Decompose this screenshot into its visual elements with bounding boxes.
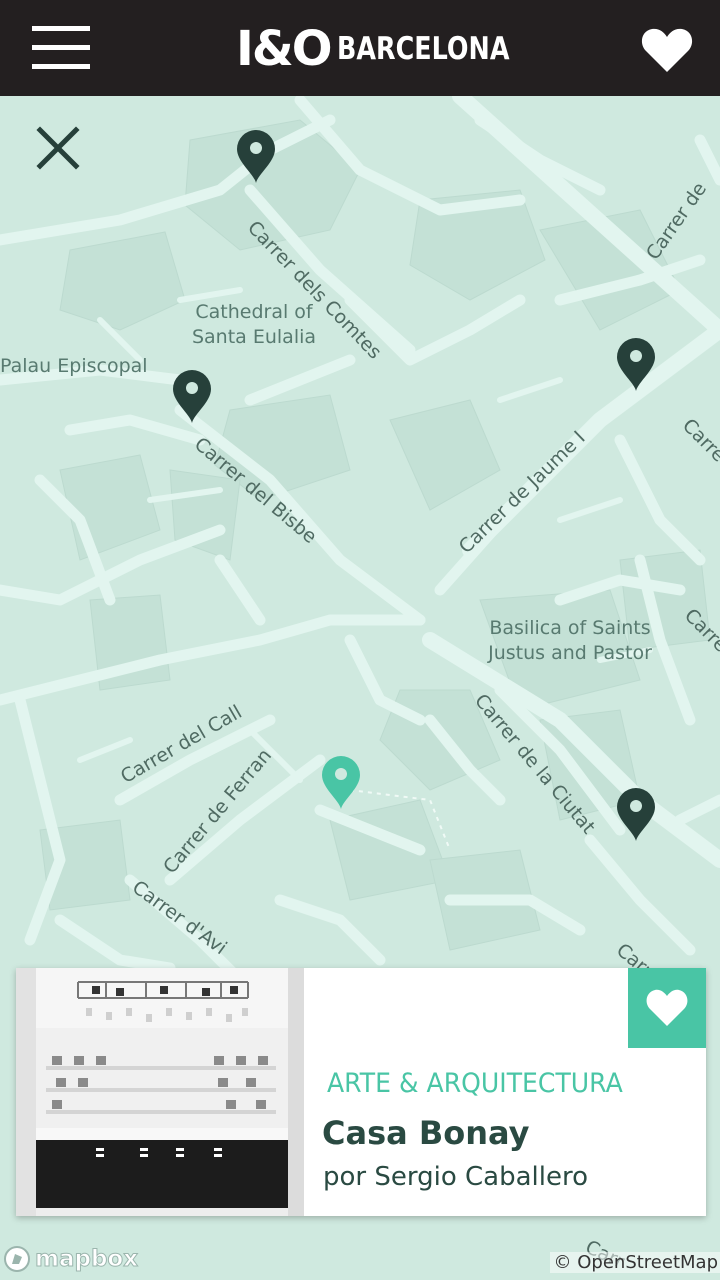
heart-icon	[641, 28, 693, 72]
map-attribution[interactable]: © OpenStreetMap	[549, 1252, 720, 1273]
map-pin[interactable]	[173, 370, 211, 424]
top-bar: I&O BARCELONA	[0, 0, 720, 96]
map-pin[interactable]	[617, 338, 655, 392]
poi-line: Justus and Pastor	[488, 642, 652, 664]
card-favorite-button[interactable]	[628, 968, 706, 1048]
poi-line: Cathedral of	[195, 301, 313, 323]
app-logo[interactable]: I&O BARCELONA	[236, 24, 547, 74]
place-category: ARTE & ARQUITECTURA	[327, 1068, 623, 1099]
poi-label-palau: Palau Episcopal	[0, 355, 148, 377]
menu-line	[32, 45, 90, 50]
logo-city: BARCELONA	[336, 31, 510, 67]
location-pin-icon	[173, 370, 211, 423]
poi-line: Basilica of Saints	[489, 617, 651, 639]
location-pin-icon	[617, 338, 655, 391]
menu-line	[32, 64, 90, 69]
place-author: por Sergio Caballero	[323, 1162, 588, 1192]
poi-label-cathedral: Cathedral of Santa Eulalia	[174, 300, 334, 350]
place-photo	[16, 968, 304, 1216]
logo-mark: I&O	[236, 21, 333, 77]
close-icon	[36, 126, 80, 170]
poi-line: Santa Eulalia	[191, 326, 317, 348]
location-pin-icon	[237, 130, 275, 183]
place-card[interactable]: ARTE & ARQUITECTURA Casa Bonay por Sergi…	[16, 968, 706, 1216]
map-pin[interactable]	[237, 130, 275, 184]
heart-icon	[646, 989, 688, 1026]
poi-label-basilica: Basilica of Saints Justus and Pastor	[466, 616, 674, 666]
place-title[interactable]: Casa Bonay	[322, 1114, 529, 1152]
mapbox-icon	[4, 1246, 30, 1272]
menu-line	[32, 26, 90, 31]
store-interior-photo	[16, 968, 304, 1216]
close-map-button[interactable]	[36, 126, 80, 170]
map-pin-selected[interactable]	[322, 756, 360, 810]
mapbox-wordmark: mapbox	[34, 1246, 139, 1273]
mapbox-logo[interactable]: mapbox	[2, 1244, 139, 1274]
location-pin-icon	[617, 788, 655, 841]
location-pin-icon	[322, 756, 360, 809]
map-pin[interactable]	[617, 788, 655, 842]
favorites-button[interactable]	[640, 26, 694, 74]
hamburger-menu-button[interactable]	[32, 26, 90, 70]
